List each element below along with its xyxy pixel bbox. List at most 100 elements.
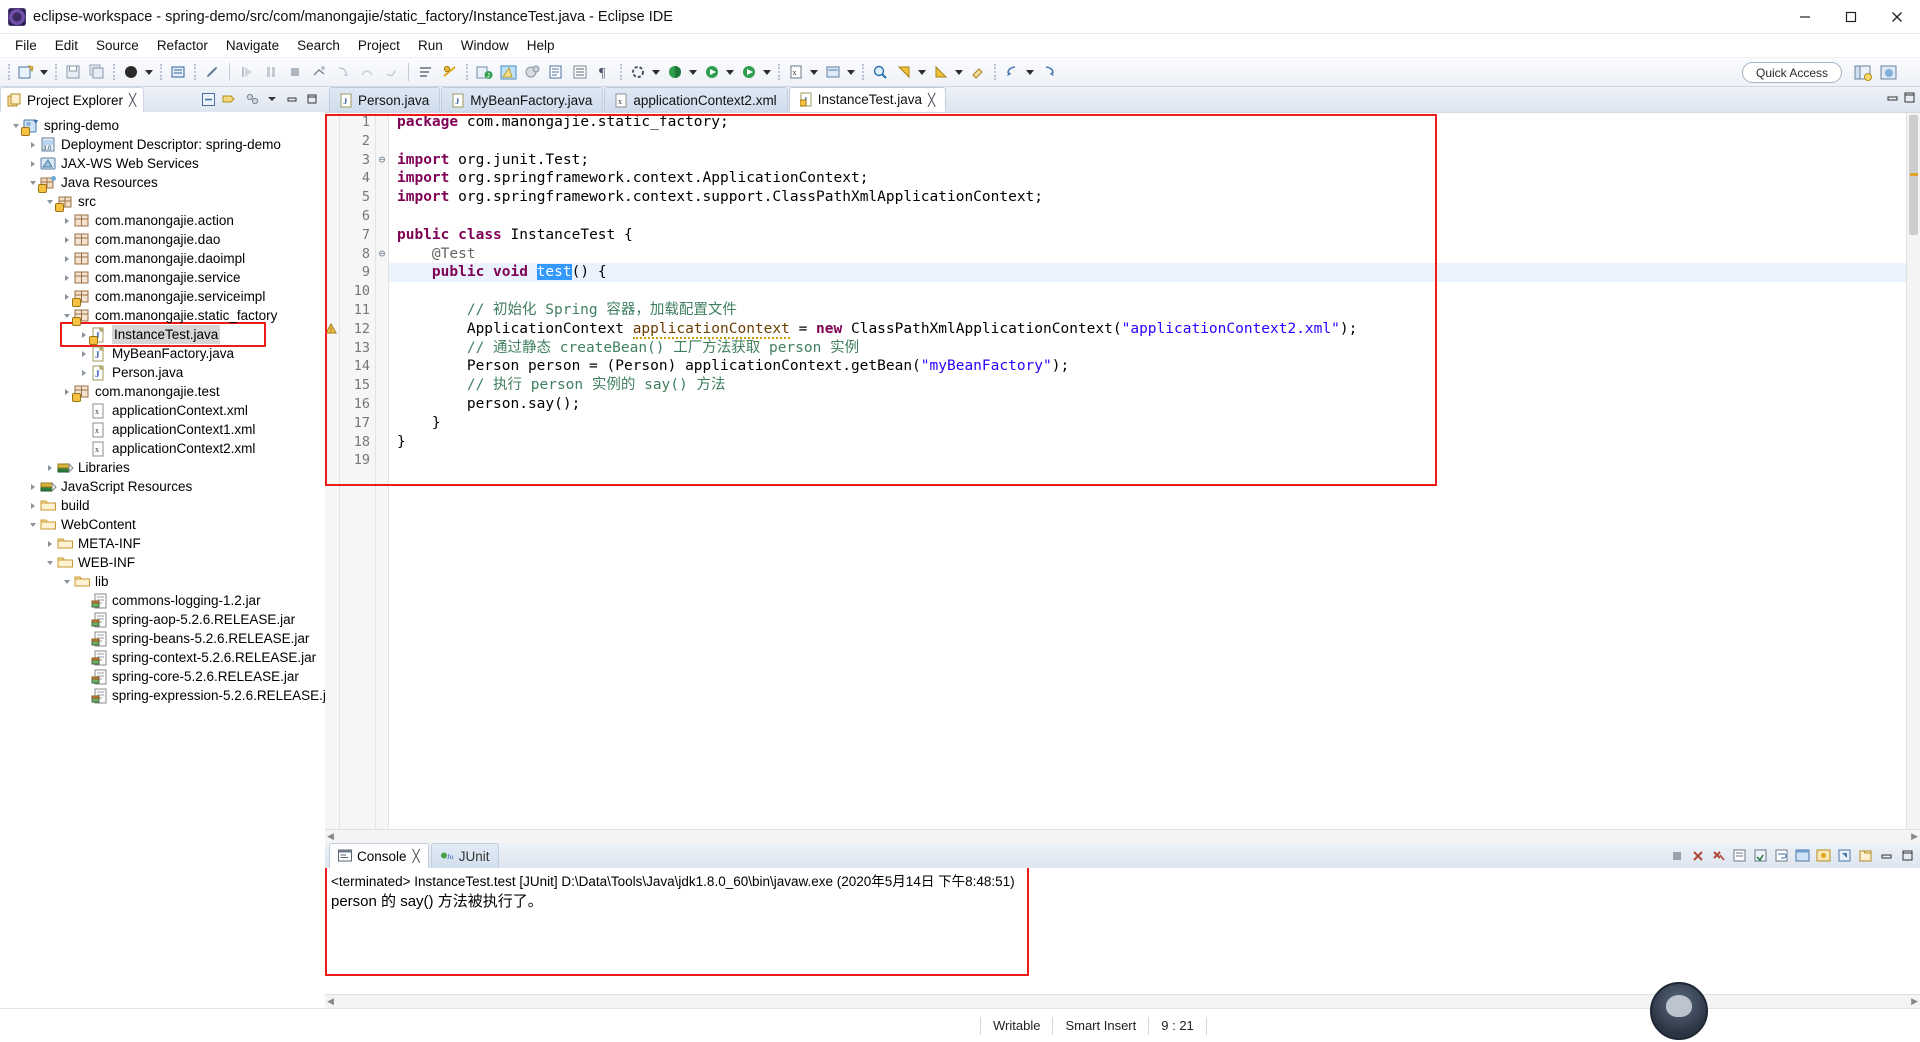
code-line[interactable]: } [397, 433, 1906, 452]
folding-gutter[interactable]: ⊖ ⊖ [376, 113, 389, 829]
editor-tab-mybeanfactory-java[interactable]: J MyBeanFactory.java [441, 87, 604, 112]
menu-file[interactable]: File [6, 36, 46, 55]
maximize-icon[interactable] [1903, 91, 1916, 107]
open-type-icon[interactable] [545, 61, 567, 83]
code-line[interactable] [397, 132, 1906, 151]
print-icon[interactable] [167, 61, 189, 83]
code-line[interactable]: package com.manongajie.static_factory; [397, 113, 1906, 132]
display-selected-console-icon[interactable] [1835, 846, 1853, 864]
tree-item-lib[interactable]: lib [0, 572, 325, 591]
warning-marker-icon[interactable]: ! [325, 320, 339, 339]
pin-console-icon[interactable] [1814, 846, 1832, 864]
toggle-markers-icon[interactable] [415, 61, 437, 83]
new-xml-icon[interactable]: x [785, 61, 807, 83]
chevron-right-icon[interactable] [59, 270, 74, 285]
coverage-icon[interactable] [664, 61, 686, 83]
external-tools-dropdown-icon[interactable] [650, 61, 661, 83]
tree-item-spring-expression-5-2-6-release-jar[interactable]: spring-expression-5.2.6.RELEASE.jar [0, 686, 325, 705]
tree-item-com-manongajie-test[interactable]: com.manongajie.test [0, 382, 325, 402]
skip-breakpoints-icon[interactable] [439, 61, 461, 83]
open-perspective-icon[interactable] [1852, 62, 1874, 83]
console-output[interactable]: <terminated> InstanceTest.test [JUnit] D… [325, 868, 1920, 994]
tree-item-com-manongajie-serviceimpl[interactable]: com.manongajie.serviceimpl [0, 287, 325, 307]
toolbar-handle[interactable] [8, 64, 10, 80]
tree-item-mybeanfactory-java[interactable]: J MyBeanFactory.java [0, 344, 325, 363]
tree-item-applicationcontext2-xml[interactable]: x applicationContext2.xml [0, 439, 325, 458]
tree-item-spring-aop-5-2-6-release-jar[interactable]: spring-aop-5.2.6.RELEASE.jar [0, 610, 325, 629]
scroll-right-icon[interactable]: ▶ [1911, 831, 1918, 842]
code-line[interactable] [397, 451, 1906, 470]
chevron-right-icon[interactable] [42, 536, 57, 551]
tree-item-com-manongajie-static-factory[interactable]: com.manongajie.static_factory [0, 306, 325, 326]
code-line[interactable]: import org.junit.Test; [397, 151, 1906, 170]
last-edit-location-icon[interactable] [967, 61, 989, 83]
link-with-editor-icon[interactable] [219, 90, 237, 108]
previous-annotation-icon[interactable] [930, 61, 952, 83]
console-tab-junit[interactable]: Ju JUnit [430, 843, 499, 868]
tree-item-com-manongajie-daoimpl[interactable]: com.manongajie.daoimpl [0, 249, 325, 268]
collapse-all-icon[interactable] [199, 90, 217, 108]
step-return-icon[interactable] [380, 61, 402, 83]
close-button[interactable] [1874, 0, 1920, 34]
fold-toggle-icon[interactable]: ⊖ [376, 245, 388, 264]
java-ee-perspective-icon[interactable] [1878, 62, 1900, 83]
new-class-icon[interactable] [497, 61, 519, 83]
back-dropdown-icon[interactable] [1024, 61, 1035, 83]
tree-item-spring-core-5-2-6-release-jar[interactable]: spring-core-5.2.6.RELEASE.jar [0, 667, 325, 686]
editor-horizontal-scrollbar[interactable]: ◀ ▶ [325, 829, 1920, 843]
debug-run-icon[interactable] [701, 61, 723, 83]
editor-tab-instancetest-java[interactable]: J InstanceTest.java ╳ [788, 87, 947, 112]
word-wrap-icon[interactable] [1772, 846, 1790, 864]
tree-item-webcontent[interactable]: WebContent [0, 515, 325, 534]
tree-item-spring-beans-5-2-6-release-jar[interactable]: spring-beans-5.2.6.RELEASE.jar [0, 629, 325, 648]
tab-project-explorer[interactable]: Project Explorer ╳ [0, 87, 145, 112]
menu-refactor[interactable]: Refactor [148, 36, 217, 55]
maximize-icon[interactable] [303, 90, 321, 108]
scroll-left-icon[interactable]: ◀ [327, 831, 334, 842]
code-line[interactable]: // 执行 person 实例的 say() 方法 [397, 376, 1906, 395]
save-all-icon[interactable] [86, 61, 108, 83]
step-into-icon[interactable] [332, 61, 354, 83]
menu-help[interactable]: Help [518, 36, 564, 55]
minimize-icon[interactable] [283, 90, 301, 108]
tree-item-javascript-resources[interactable]: JavaScript Resources [0, 477, 325, 496]
new-xml-dropdown-icon[interactable] [808, 61, 819, 83]
close-icon[interactable]: ╳ [928, 93, 935, 107]
tree-item-com-manongajie-dao[interactable]: com.manongajie.dao [0, 230, 325, 249]
new-server-dropdown-icon[interactable] [845, 61, 856, 83]
debug-run-dropdown-icon[interactable] [724, 61, 735, 83]
menu-window[interactable]: Window [452, 36, 518, 55]
chevron-right-icon[interactable] [59, 251, 74, 266]
code-line[interactable] [397, 282, 1906, 301]
close-icon[interactable]: ╳ [129, 93, 136, 107]
debug-dropdown-icon[interactable] [143, 61, 154, 83]
chevron-down-icon[interactable] [42, 555, 57, 570]
console-scroll-right-icon[interactable]: ▶ [1911, 996, 1918, 1007]
new-package-icon[interactable] [521, 61, 543, 83]
code-line[interactable]: // 通过静态 createBean() 工厂方法获取 person 实例 [397, 339, 1906, 358]
minimize-icon[interactable] [1877, 846, 1895, 864]
previous-annotation-dropdown-icon[interactable] [953, 61, 964, 83]
show-console-icon[interactable] [1793, 846, 1811, 864]
console-scroll-left-icon[interactable]: ◀ [327, 996, 334, 1007]
tree-item-spring-demo[interactable]: spring-demo [0, 116, 325, 136]
maximize-button[interactable] [1828, 0, 1874, 34]
run-dropdown-icon[interactable] [761, 61, 772, 83]
maximize-icon[interactable] [1898, 846, 1916, 864]
minimize-icon[interactable] [1886, 91, 1899, 107]
minimize-button[interactable] [1782, 0, 1828, 34]
scroll-lock-icon[interactable] [1751, 846, 1769, 864]
clear-console-icon[interactable] [1730, 846, 1748, 864]
save-icon[interactable] [62, 61, 84, 83]
chevron-right-icon[interactable] [25, 479, 40, 494]
tree-item-deployment-descriptor-spring-demo[interactable]: 3.0 Deployment Descriptor: spring-demo [0, 135, 325, 154]
new-wizard-icon[interactable] [15, 61, 37, 83]
tree-item-commons-logging-1-2-jar[interactable]: commons-logging-1.2.jar [0, 591, 325, 610]
fold-toggle-icon[interactable]: ⊖ [376, 151, 388, 170]
menu-source[interactable]: Source [87, 36, 148, 55]
editor-vertical-scrollbar[interactable] [1906, 113, 1920, 829]
terminate-icon[interactable] [284, 61, 306, 83]
tree-item-java-resources[interactable]: Java Resources [0, 173, 325, 193]
chevron-right-icon[interactable] [76, 346, 91, 361]
tree-item-applicationcontext1-xml[interactable]: x applicationContext1.xml [0, 420, 325, 439]
